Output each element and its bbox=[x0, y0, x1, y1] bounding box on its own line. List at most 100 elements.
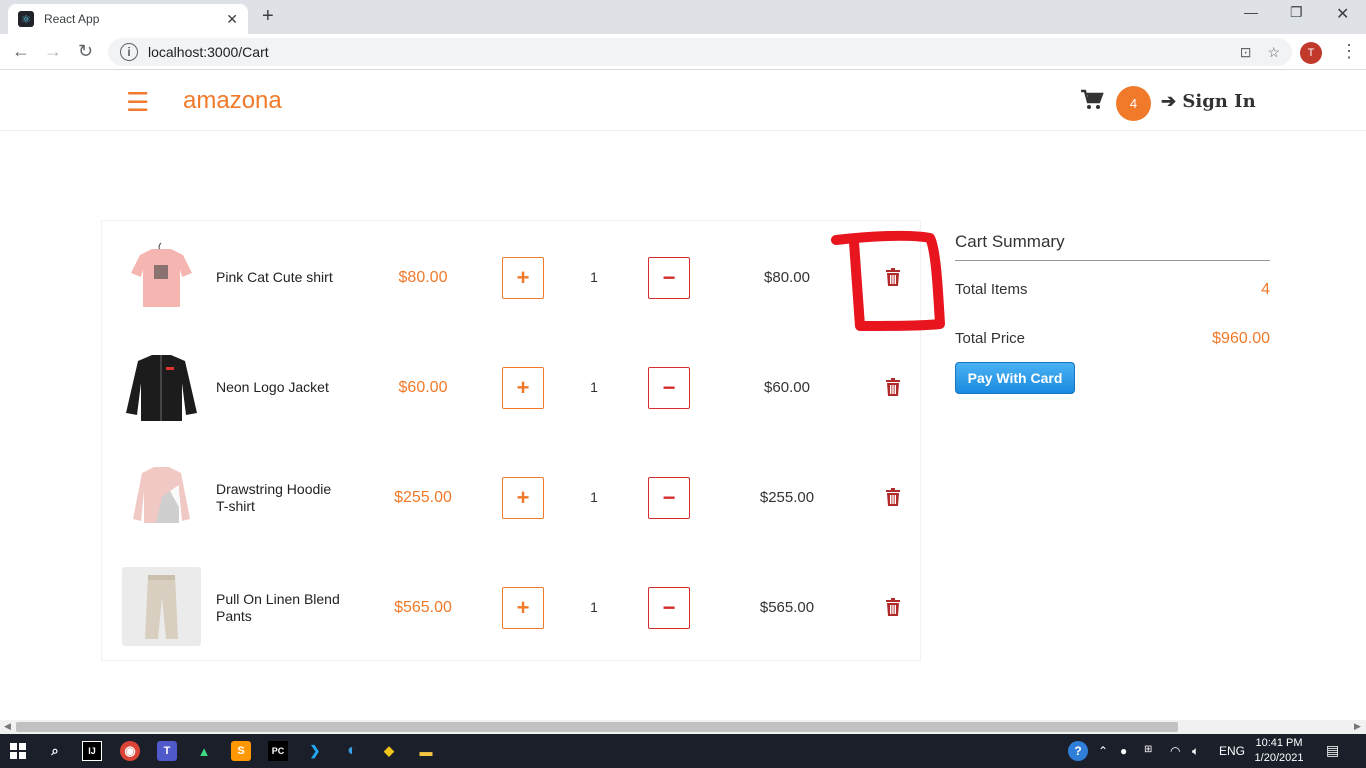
restore-icon[interactable]: ❐ bbox=[1290, 4, 1303, 21]
wifi-icon[interactable]: ◠ bbox=[1170, 744, 1180, 758]
product-image-black-jacket bbox=[122, 347, 201, 426]
product-image-pants bbox=[122, 567, 201, 646]
scroll-left-icon[interactable]: ◀ bbox=[4, 721, 11, 732]
scrollbar-thumb[interactable] bbox=[16, 722, 1178, 732]
search-icon[interactable]: ⌕ bbox=[45, 741, 65, 761]
back-icon[interactable]: ← bbox=[12, 42, 30, 60]
increase-qty-button[interactable]: + bbox=[502, 367, 544, 409]
total-items-label: Total Items bbox=[955, 281, 1028, 298]
clock-date: 1/20/2021 bbox=[1254, 752, 1304, 764]
decrease-qty-button[interactable]: − bbox=[648, 587, 690, 629]
total-price-label: Total Price bbox=[955, 330, 1026, 347]
cart-item-row: Pink Cat Cute shirt $80.00 + 1 − $80.00 bbox=[102, 221, 922, 331]
vscode-icon[interactable]: ❯ bbox=[305, 741, 325, 761]
sign-in-link[interactable]: ➔ Sign In bbox=[1161, 91, 1256, 112]
browser-menu-icon[interactable]: ⋮ bbox=[1340, 42, 1358, 60]
product-price: $565.00 bbox=[394, 599, 452, 616]
tray-app-icon[interactable]: ● bbox=[1120, 744, 1127, 758]
total-price-value: $960.00 bbox=[1212, 330, 1270, 347]
input-method-icon[interactable]: ⊞ bbox=[1144, 744, 1152, 755]
tray-chevron-icon[interactable]: ⌃ bbox=[1098, 744, 1108, 758]
browser-tab[interactable]: ⚛ React App ✕ bbox=[8, 4, 248, 34]
profile-avatar[interactable]: T bbox=[1300, 42, 1322, 64]
delete-item-trash-icon[interactable] bbox=[885, 598, 901, 616]
product-name[interactable]: Pink Cat Cute shirt bbox=[216, 269, 346, 286]
product-price: $255.00 bbox=[394, 489, 452, 506]
item-subtotal: $60.00 bbox=[764, 379, 810, 396]
translate-icon[interactable]: ⊡ bbox=[1240, 44, 1252, 61]
close-window-icon[interactable]: ✕ bbox=[1336, 4, 1349, 24]
url-text: localhost:3000/Cart bbox=[148, 44, 269, 60]
quantity-value: 1 bbox=[590, 269, 598, 285]
item-subtotal: $565.00 bbox=[759, 599, 815, 616]
total-price-row: Total Price $960.00 bbox=[955, 330, 1270, 348]
clock-time: 10:41 PM bbox=[1255, 737, 1303, 749]
hamburger-menu-icon[interactable]: ☰ bbox=[126, 89, 149, 115]
windows-taskbar: ⌕ IJ ◉ T ▲ S PC ❯ ◐ ◆ ▬ ? ⌃ ● ⊞ ◠ 🔈︎ ENG… bbox=[0, 734, 1366, 768]
site-info-icon[interactable]: i bbox=[120, 43, 138, 61]
cart-item-row: Neon Logo Jacket $60.00 + 1 − $60.00 bbox=[102, 331, 922, 441]
android-studio-icon[interactable]: ▲ bbox=[194, 741, 214, 761]
quantity-value: 1 bbox=[590, 599, 598, 615]
total-items-value: 4 bbox=[1261, 281, 1270, 298]
product-name[interactable]: Drawstring Hoodie T-shirt bbox=[216, 481, 346, 515]
delete-item-trash-icon[interactable] bbox=[885, 378, 901, 396]
product-name[interactable]: Neon Logo Jacket bbox=[216, 379, 346, 396]
browser-toolbar: ← → ↻ i localhost:3000/Cart ⊡ ☆ T ⋮ bbox=[0, 34, 1366, 70]
sublime-icon[interactable]: S bbox=[231, 741, 251, 761]
sign-in-icon: ➔ bbox=[1161, 91, 1177, 112]
cart-item-row: Pull On Linen Blend Pants $565.00 + 1 − … bbox=[102, 551, 922, 661]
teams-icon[interactable]: T bbox=[157, 741, 177, 761]
intellij-icon[interactable]: IJ bbox=[82, 741, 102, 761]
file-explorer-icon[interactable]: ▬ bbox=[416, 741, 436, 761]
red-annotation-box bbox=[831, 230, 945, 331]
decrease-qty-button[interactable]: − bbox=[648, 257, 690, 299]
cart-item-row: Drawstring Hoodie T-shirt $255.00 + 1 − … bbox=[102, 441, 922, 551]
new-tab-icon[interactable]: + bbox=[262, 6, 274, 26]
notifications-icon[interactable]: ▤ bbox=[1326, 742, 1339, 759]
item-subtotal: $255.00 bbox=[759, 489, 815, 506]
delete-item-trash-icon[interactable] bbox=[885, 488, 901, 506]
increase-qty-button[interactable]: + bbox=[502, 587, 544, 629]
increase-qty-button[interactable]: + bbox=[502, 477, 544, 519]
product-price: $60.00 bbox=[398, 379, 448, 396]
bookmark-star-icon[interactable]: ☆ bbox=[1267, 44, 1280, 61]
react-favicon-icon: ⚛ bbox=[18, 11, 34, 27]
windows-start-icon[interactable] bbox=[8, 741, 28, 761]
git-icon[interactable]: ◆ bbox=[379, 741, 399, 761]
horizontal-scrollbar[interactable]: ◀ ▶ bbox=[0, 720, 1366, 734]
reload-icon[interactable]: ↻ bbox=[78, 42, 93, 60]
browser-tab-bar: ⚛ React App ✕ + — ❐ ✕ bbox=[0, 0, 1366, 34]
brand-logo[interactable]: amazona bbox=[183, 87, 282, 115]
cart-summary: Cart Summary Total Items 4 Total Price $… bbox=[955, 220, 1270, 394]
pay-with-card-button[interactable]: Pay With Card bbox=[955, 362, 1075, 394]
help-icon[interactable]: ? bbox=[1068, 741, 1088, 761]
product-image-hoodie bbox=[122, 457, 201, 536]
language-indicator[interactable]: ENG bbox=[1219, 744, 1245, 758]
quantity-value: 1 bbox=[590, 489, 598, 505]
address-bar[interactable]: i localhost:3000/Cart ⊡ ☆ bbox=[108, 38, 1292, 66]
close-tab-icon[interactable]: ✕ bbox=[226, 11, 238, 28]
summary-title: Cart Summary bbox=[955, 220, 1270, 261]
decrease-qty-button[interactable]: − bbox=[648, 367, 690, 409]
product-price: $80.00 bbox=[398, 269, 448, 286]
item-subtotal: $80.00 bbox=[764, 269, 810, 286]
pycharm-icon[interactable]: PC bbox=[268, 741, 288, 761]
minimize-icon[interactable]: — bbox=[1244, 4, 1258, 20]
volume-icon[interactable]: 🔈︎ bbox=[1192, 744, 1199, 759]
total-items-row: Total Items 4 bbox=[955, 281, 1270, 299]
product-name[interactable]: Pull On Linen Blend Pants bbox=[216, 591, 346, 625]
cart-icon[interactable] bbox=[1080, 89, 1104, 117]
system-clock[interactable]: 10:41 PM 1/20/2021 bbox=[1248, 736, 1310, 766]
product-image-pink-shirt bbox=[122, 237, 201, 316]
tab-title: React App bbox=[44, 12, 100, 26]
forward-icon[interactable]: → bbox=[44, 42, 62, 60]
chrome-icon[interactable]: ◉ bbox=[120, 741, 140, 761]
scroll-right-icon[interactable]: ▶ bbox=[1354, 721, 1361, 732]
cart-count-badge: 4 bbox=[1116, 86, 1151, 121]
quantity-value: 1 bbox=[590, 379, 598, 395]
edge-icon[interactable]: ◐ bbox=[342, 741, 362, 761]
decrease-qty-button[interactable]: − bbox=[648, 477, 690, 519]
site-header: ☰ amazona 4 ➔ Sign In bbox=[0, 71, 1366, 131]
increase-qty-button[interactable]: + bbox=[502, 257, 544, 299]
